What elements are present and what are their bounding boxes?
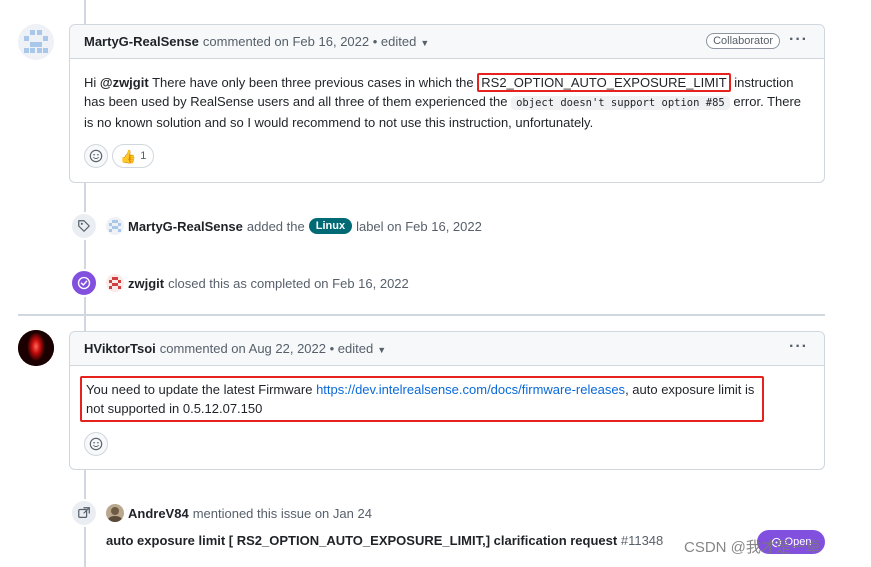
thumbs-up-reaction[interactable]: 👍 1 bbox=[112, 144, 155, 168]
avatar[interactable] bbox=[106, 217, 124, 235]
event-actor[interactable]: AndreV84 bbox=[128, 506, 189, 521]
kebab-menu-icon[interactable]: ··· bbox=[789, 31, 808, 49]
avatar[interactable] bbox=[18, 24, 54, 60]
reactions-row bbox=[84, 432, 810, 456]
tag-icon bbox=[70, 212, 98, 240]
check-circle-icon bbox=[70, 269, 98, 297]
mention-event: AndreV84 mentioned this issue on Jan 24 bbox=[70, 499, 372, 527]
comment-author[interactable]: MartyG-RealSense bbox=[84, 34, 199, 49]
avatar[interactable] bbox=[106, 504, 124, 522]
event-actor[interactable]: MartyG-RealSense bbox=[128, 219, 243, 234]
comment-header: HViktorTsoi commented on Aug 22, 2022 • … bbox=[70, 332, 824, 366]
watermark: CSDN @我才是一卓 bbox=[684, 539, 821, 556]
comment-header: MartyG-RealSense commented on Feb 16, 20… bbox=[70, 25, 824, 59]
comment-body: You need to update the latest Firmware h… bbox=[70, 366, 824, 466]
inline-code: object doesn't support option #85 bbox=[511, 96, 730, 110]
highlighted-firmware-note: You need to update the latest Firmware h… bbox=[80, 376, 764, 422]
reactions-row: 👍 1 bbox=[84, 144, 810, 168]
chevron-down-icon[interactable]: ▼ bbox=[377, 345, 386, 355]
comment-author[interactable]: HViktorTsoi bbox=[84, 341, 156, 356]
smiley-icon bbox=[89, 149, 103, 163]
label-event: MartyG-RealSense added the Linux label o… bbox=[70, 212, 482, 240]
add-reaction-button[interactable] bbox=[84, 144, 108, 168]
chevron-down-icon[interactable]: ▼ bbox=[420, 38, 429, 48]
timeline-divider bbox=[18, 314, 825, 316]
closed-event: zwjgit closed this as completed on Feb 1… bbox=[70, 269, 409, 297]
smiley-icon bbox=[89, 437, 103, 451]
thumbs-up-icon: 👍 bbox=[120, 148, 137, 164]
avatar[interactable] bbox=[106, 274, 124, 292]
collaborator-badge: Collaborator bbox=[706, 33, 780, 49]
linux-label[interactable]: Linux bbox=[308, 218, 353, 234]
user-mention[interactable]: @zwjgit bbox=[100, 75, 149, 90]
avatar[interactable] bbox=[18, 330, 54, 366]
event-actor[interactable]: zwjgit bbox=[128, 276, 164, 291]
comment-meta[interactable]: commented on Aug 22, 2022 • edited bbox=[160, 341, 373, 356]
comment-meta[interactable]: commented on Feb 16, 2022 • edited bbox=[203, 34, 416, 49]
cross-reference-icon bbox=[70, 499, 98, 527]
kebab-menu-icon[interactable]: ··· bbox=[789, 338, 808, 356]
comment-card: MartyG-RealSense commented on Feb 16, 20… bbox=[69, 24, 825, 183]
referenced-issue-title[interactable]: auto exposure limit [ RS2_OPTION_AUTO_EX… bbox=[106, 533, 663, 548]
comment-body: Hi @zwjgit There have only been three pr… bbox=[70, 59, 824, 178]
highlighted-option-name: RS2_OPTION_AUTO_EXPOSURE_LIMIT bbox=[477, 73, 731, 92]
referenced-issue-number[interactable]: #11348 bbox=[621, 533, 663, 548]
firmware-releases-link[interactable]: https://dev.intelrealsense.com/docs/firm… bbox=[316, 382, 625, 397]
comment-card: HViktorTsoi commented on Aug 22, 2022 • … bbox=[69, 331, 825, 470]
add-reaction-button[interactable] bbox=[84, 432, 108, 456]
